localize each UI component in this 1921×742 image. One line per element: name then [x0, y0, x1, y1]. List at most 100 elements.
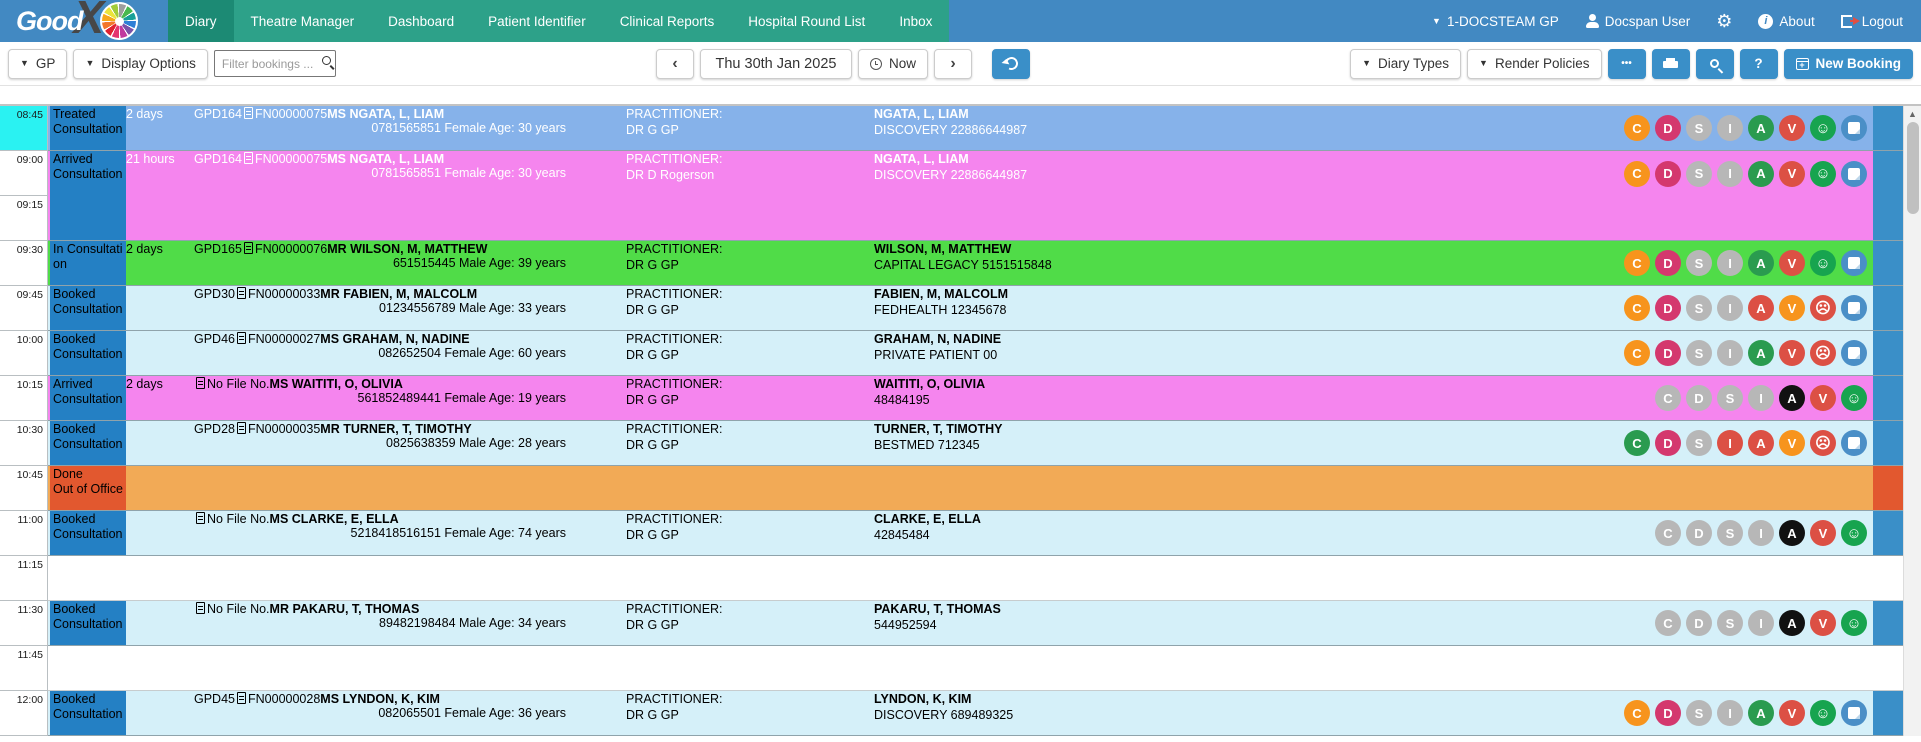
chip-C[interactable]: C — [1624, 115, 1650, 141]
note-chip-icon[interactable] — [1841, 115, 1867, 141]
tab-clinical-reports[interactable]: Clinical Reports — [603, 0, 732, 42]
new-booking-button[interactable]: New Booking — [1784, 49, 1914, 79]
empty-slot[interactable] — [48, 556, 1903, 601]
chip-I[interactable]: I — [1748, 610, 1774, 636]
booking[interactable]: BookedConsultationGPD30FN00000033MR FABI… — [48, 286, 1903, 331]
frown-chip-icon[interactable]: ☹ — [1810, 295, 1836, 321]
time-slot[interactable]: 09:15 — [0, 196, 48, 241]
help-button[interactable]: ? — [1740, 49, 1778, 79]
chip-A[interactable]: A — [1748, 700, 1774, 726]
chip-D[interactable]: D — [1655, 295, 1681, 321]
time-slot[interactable]: 11:15 — [0, 556, 48, 601]
chip-I[interactable]: I — [1748, 385, 1774, 411]
next-day-button[interactable]: › — [934, 49, 972, 79]
time-slot[interactable]: 10:45 — [0, 466, 48, 511]
time-slot[interactable]: 10:30 — [0, 421, 48, 466]
note-chip-icon[interactable] — [1841, 430, 1867, 456]
chip-I[interactable]: I — [1748, 520, 1774, 546]
chip-S[interactable]: S — [1686, 250, 1712, 276]
chip-I[interactable]: I — [1717, 340, 1743, 366]
booking[interactable]: ArrivedConsultation21 hoursGPD164FN00000… — [48, 151, 1903, 196]
app-logo[interactable]: GoodX — [0, 0, 168, 42]
chip-D[interactable]: D — [1655, 700, 1681, 726]
chip-S[interactable]: S — [1686, 430, 1712, 456]
chip-A[interactable]: A — [1779, 610, 1805, 636]
chip-V[interactable]: V — [1779, 700, 1805, 726]
chip-S[interactable]: S — [1686, 700, 1712, 726]
chip-A[interactable]: A — [1779, 520, 1805, 546]
time-slot[interactable]: 09:30 — [0, 241, 48, 286]
time-slot[interactable]: 11:00 — [0, 511, 48, 556]
scroll-up-arrow[interactable]: ▲ — [1904, 106, 1921, 122]
booking[interactable]: BookedConsultationGPD46FN00000027MS GRAH… — [48, 331, 1903, 376]
now-button[interactable]: Now — [858, 49, 928, 79]
time-slot[interactable]: 10:00 — [0, 331, 48, 376]
smiley-chip-icon[interactable]: ☺ — [1841, 610, 1867, 636]
chip-A[interactable]: A — [1748, 430, 1774, 456]
date-picker[interactable]: Thu 30th Jan 2025 — [700, 49, 852, 79]
chip-I[interactable]: I — [1717, 250, 1743, 276]
note-chip-icon[interactable] — [1841, 340, 1867, 366]
chip-C[interactable]: C — [1655, 385, 1681, 411]
chip-I[interactable]: I — [1717, 115, 1743, 141]
smiley-chip-icon[interactable]: ☺ — [1810, 250, 1836, 276]
chip-A[interactable]: A — [1748, 295, 1774, 321]
chip-V[interactable]: V — [1810, 385, 1836, 411]
chip-S[interactable]: S — [1717, 610, 1743, 636]
settings-button[interactable]: ⚙ — [1716, 12, 1732, 30]
logout-button[interactable]: Logout — [1841, 14, 1903, 29]
frown-chip-icon[interactable]: ☹ — [1810, 340, 1836, 366]
chip-S[interactable]: S — [1717, 520, 1743, 546]
note-chip-icon[interactable] — [1841, 161, 1867, 187]
chip-D[interactable]: D — [1686, 520, 1712, 546]
chip-A[interactable]: A — [1779, 385, 1805, 411]
chip-S[interactable]: S — [1686, 295, 1712, 321]
note-chip-icon[interactable] — [1841, 250, 1867, 276]
chip-D[interactable]: D — [1686, 385, 1712, 411]
prev-day-button[interactable]: ‹ — [656, 49, 694, 79]
display-options-dropdown[interactable]: ▼ Display Options — [73, 49, 207, 79]
frown-chip-icon[interactable]: ☹ — [1810, 430, 1836, 456]
chip-S[interactable]: S — [1686, 340, 1712, 366]
time-slot[interactable]: 08:45 — [0, 106, 48, 151]
booking[interactable]: DoneOut of Office — [48, 466, 1903, 511]
search-button[interactable] — [1696, 49, 1734, 79]
chip-D[interactable]: D — [1686, 610, 1712, 636]
chip-I[interactable]: I — [1717, 161, 1743, 187]
chip-C[interactable]: C — [1624, 161, 1650, 187]
scrollbar-thumb[interactable] — [1907, 122, 1919, 214]
print-button[interactable] — [1652, 49, 1690, 79]
smiley-chip-icon[interactable]: ☺ — [1810, 700, 1836, 726]
chip-C[interactable]: C — [1624, 700, 1650, 726]
booking[interactable]: BookedConsultationNo File No.MS CLARKE, … — [48, 511, 1903, 556]
time-slot[interactable]: 09:45 — [0, 286, 48, 331]
time-slot[interactable]: 11:30 — [0, 601, 48, 646]
chip-C[interactable]: C — [1655, 610, 1681, 636]
chip-A[interactable]: A — [1748, 161, 1774, 187]
chip-D[interactable]: D — [1655, 430, 1681, 456]
chip-V[interactable]: V — [1779, 161, 1805, 187]
filter-bookings-input[interactable] — [214, 50, 336, 77]
chip-I[interactable]: I — [1717, 295, 1743, 321]
chip-C[interactable]: C — [1624, 430, 1650, 456]
chip-D[interactable]: D — [1655, 115, 1681, 141]
chip-V[interactable]: V — [1779, 340, 1805, 366]
smiley-chip-icon[interactable]: ☺ — [1810, 115, 1836, 141]
chip-I[interactable]: I — [1717, 700, 1743, 726]
chip-C[interactable]: C — [1624, 250, 1650, 276]
booking[interactable]: ArrivedConsultation2 daysNo File No.MS W… — [48, 376, 1903, 421]
scrollbar[interactable]: ▲ — [1903, 106, 1921, 736]
booking[interactable] — [48, 196, 1903, 241]
chip-C[interactable]: C — [1624, 340, 1650, 366]
gp-dropdown[interactable]: ▼ GP — [8, 49, 67, 79]
about-button[interactable]: i About — [1758, 14, 1814, 29]
booking[interactable]: BookedConsultationGPD28FN00000035MR TURN… — [48, 421, 1903, 466]
tab-dashboard[interactable]: Dashboard — [371, 0, 471, 42]
chip-D[interactable]: D — [1655, 161, 1681, 187]
booking[interactable]: BookedConsultationNo File No.MR PAKARU, … — [48, 601, 1903, 646]
chip-C[interactable]: C — [1655, 520, 1681, 546]
time-slot[interactable]: 10:15 — [0, 376, 48, 421]
chip-V[interactable]: V — [1779, 430, 1805, 456]
tab-theatre-manager[interactable]: Theatre Manager — [234, 0, 372, 42]
chip-V[interactable]: V — [1779, 295, 1805, 321]
